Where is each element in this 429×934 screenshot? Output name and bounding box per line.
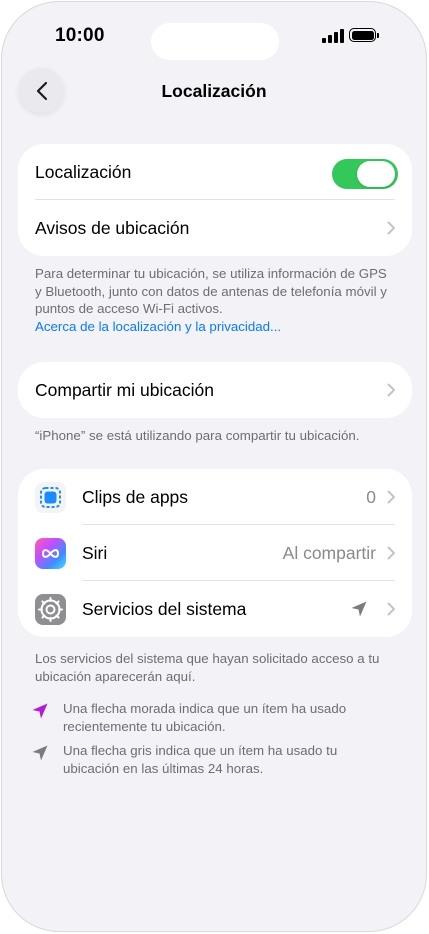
location-label: Localización xyxy=(35,161,132,182)
siri-row[interactable]: Siri Al compartir xyxy=(18,525,412,581)
siri-value: Al compartir xyxy=(282,542,376,563)
location-settings-group: Localización Avisos de ubicación xyxy=(18,144,412,256)
share-location-footer: “iPhone” se está utilizando para compart… xyxy=(35,428,360,443)
siri-icon xyxy=(35,538,66,569)
system-services-row[interactable]: Servicios del sistema xyxy=(18,581,412,637)
privacy-link[interactable]: Acerca de la localización y la privacida… xyxy=(35,318,397,336)
location-arrow-icon xyxy=(351,601,367,617)
gray-arrow-text: Una flecha gris indica que un ítem ha us… xyxy=(63,743,338,776)
location-alerts-label: Avisos de ubicación xyxy=(35,217,190,238)
location-info-footer: Para determinar tu ubicación, se utiliza… xyxy=(35,265,397,335)
chevron-right-icon xyxy=(387,383,395,397)
gear-icon xyxy=(35,594,66,625)
toggle-knob xyxy=(357,161,395,187)
system-services-label: Servicios del sistema xyxy=(82,598,247,619)
app-clips-label: Clips de apps xyxy=(82,486,189,507)
location-services-group: Clips de apps 0 Siri Al compartir Servic… xyxy=(18,469,412,637)
location-alerts-row[interactable]: Avisos de ubicación xyxy=(18,200,412,256)
gray-location-arrow-icon xyxy=(32,745,48,761)
status-time: 10:00 xyxy=(55,25,105,46)
siri-label: Siri xyxy=(82,542,108,563)
location-toggle[interactable] xyxy=(332,159,398,189)
app-clips-icon xyxy=(35,482,66,513)
share-location-label: Compartir mi ubicación xyxy=(35,379,214,400)
chevron-right-icon xyxy=(387,602,395,616)
location-toggle-row[interactable]: Localización xyxy=(18,144,412,200)
app-clips-row[interactable]: Clips de apps 0 xyxy=(18,469,412,525)
dynamic-island xyxy=(151,23,279,60)
location-info-text: Para determinar tu ubicación, se utiliza… xyxy=(35,266,387,317)
share-location-group: Compartir mi ubicación xyxy=(18,362,412,418)
chevron-right-icon xyxy=(387,221,395,235)
cellular-signal-icon xyxy=(322,29,344,43)
battery-icon xyxy=(349,28,379,42)
purple-arrow-text: Una flecha morada indica que un ítem ha … xyxy=(63,701,347,734)
phone-screen: 10:00 Localización Localización Avisos d… xyxy=(1,1,427,932)
purple-location-arrow-icon xyxy=(32,703,48,719)
system-services-footer: Los servicios del sistema que hayan soli… xyxy=(35,651,380,684)
chevron-right-icon xyxy=(387,546,395,560)
app-clips-value: 0 xyxy=(366,486,376,507)
page-title: Localización xyxy=(161,81,267,101)
share-location-row[interactable]: Compartir mi ubicación xyxy=(18,362,412,418)
chevron-right-icon xyxy=(387,490,395,504)
